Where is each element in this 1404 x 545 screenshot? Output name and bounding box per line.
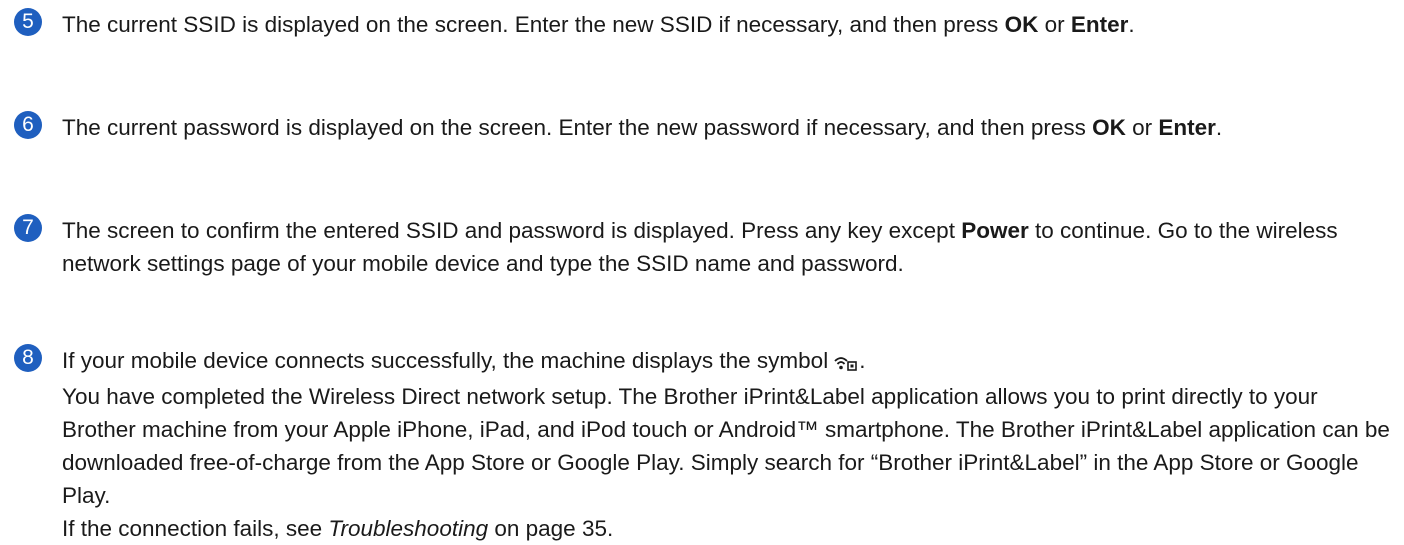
key-ok: OK [1092, 115, 1126, 140]
text-period: . [1215, 115, 1223, 140]
step-5: 5 The current SSID is displayed on the s… [14, 8, 1394, 41]
step-text: The screen to confirm the entered SSID a… [62, 214, 1394, 280]
step-instruction: The current password is displayed on the… [62, 115, 1093, 140]
step-6: 6 The current password is displayed on t… [14, 111, 1394, 144]
text-or: or [1125, 115, 1159, 140]
troubleshooting-link[interactable]: Troubleshooting [328, 516, 488, 541]
key-enter: Enter [1158, 115, 1216, 140]
text-period: . [859, 348, 866, 373]
step-number-badge: 5 [14, 8, 42, 36]
connect-text: If your mobile device connects successfu… [62, 348, 829, 373]
text-period: . [1128, 12, 1135, 37]
step-text: The current SSID is displayed on the scr… [62, 8, 1394, 41]
step-line-1: If your mobile device connects successfu… [62, 344, 1394, 380]
step-number-badge: 6 [14, 111, 42, 139]
step-number-badge: 7 [14, 214, 42, 242]
step-instruction: The screen to confirm the entered SSID a… [62, 218, 962, 243]
step-8: 8 If your mobile device connects success… [14, 344, 1394, 545]
key-power: Power [961, 218, 1029, 243]
step-instruction: The current SSID is displayed on the scr… [62, 12, 1005, 37]
step-text: The current password is displayed on the… [62, 111, 1394, 144]
key-enter: Enter [1070, 12, 1129, 37]
fail-suffix: on page 35. [488, 516, 614, 541]
fail-prefix: If the connection fails, see [62, 516, 329, 541]
connection-fail-line: If the connection fails, see Troubleshoo… [62, 512, 1394, 545]
step-number-badge: 8 [14, 344, 42, 372]
step-7: 7 The screen to confirm the entered SSID… [14, 214, 1394, 280]
text-or: or [1038, 12, 1071, 37]
setup-complete-paragraph: You have completed the Wireless Direct n… [62, 384, 1390, 508]
wireless-direct-icon [834, 347, 858, 380]
key-ok: OK [1004, 12, 1039, 37]
step-text: If your mobile device connects successfu… [62, 344, 1394, 545]
